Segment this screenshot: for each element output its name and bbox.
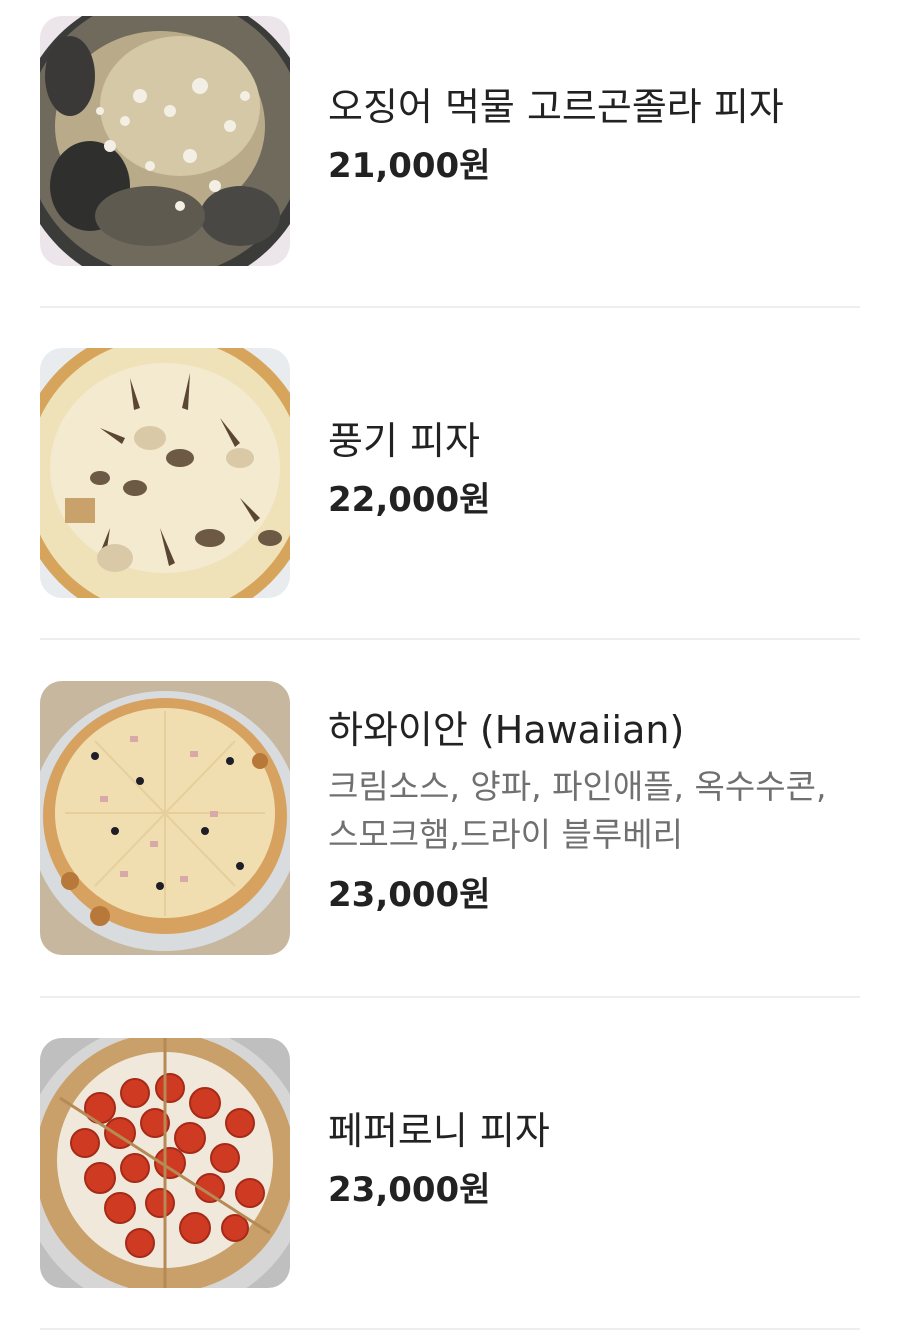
divider <box>40 638 860 640</box>
menu-item-name: 하와이안 (Hawaiian) <box>328 708 685 752</box>
menu-item-price: 23,000원 <box>328 1170 491 1210</box>
pepperoni-pizza-icon <box>40 1038 290 1288</box>
menu-item-info: 오징어 먹물 고르곤졸라 피자 21,000원 <box>328 84 848 188</box>
divider <box>40 306 860 308</box>
funghi-pizza-image <box>40 348 290 598</box>
menu-item-squid-ink-gorgonzola[interactable]: 오징어 먹물 고르곤졸라 피자 21,000원 <box>40 16 860 268</box>
pepperoni-pizza-image <box>40 1038 290 1288</box>
menu-item-info: 하와이안 (Hawaiian) 크림소스, 양파, 파인애플, 옥수수콘, 스모… <box>328 707 848 917</box>
menu-item-description: 크림소스, 양파, 파인애플, 옥수수콘, 스모크햄,드라이 블루베리 <box>328 767 827 854</box>
hawaiian-pizza-image <box>40 681 290 955</box>
squid-ink-gorgonzola-pizza-image <box>40 16 290 266</box>
hawaiian-pizza-icon <box>40 681 290 955</box>
menu-item-price: 22,000원 <box>328 480 491 520</box>
menu-item-price: 21,000원 <box>328 146 491 186</box>
divider <box>40 996 860 998</box>
funghi-pizza-icon <box>40 348 290 598</box>
menu-item-name: 오징어 먹물 고르곤졸라 피자 <box>328 85 784 129</box>
menu-item-hawaiian[interactable]: 하와이안 (Hawaiian) 크림소스, 양파, 파인애플, 옥수수콘, 스모… <box>40 681 860 955</box>
menu-item-info: 페퍼로니 피자 23,000원 <box>328 1108 848 1212</box>
menu-item-info: 풍기 피자 22,000원 <box>328 418 848 522</box>
divider <box>40 1328 860 1330</box>
menu-item-name: 페퍼로니 피자 <box>328 1109 550 1153</box>
menu-item-pepperoni[interactable]: 페퍼로니 피자 23,000원 <box>40 1038 860 1290</box>
menu-item-funghi[interactable]: 풍기 피자 22,000원 <box>40 348 860 600</box>
squid-ink-pizza-icon <box>40 16 290 266</box>
menu-item-name: 풍기 피자 <box>328 419 480 463</box>
menu-item-price: 23,000원 <box>328 875 491 915</box>
